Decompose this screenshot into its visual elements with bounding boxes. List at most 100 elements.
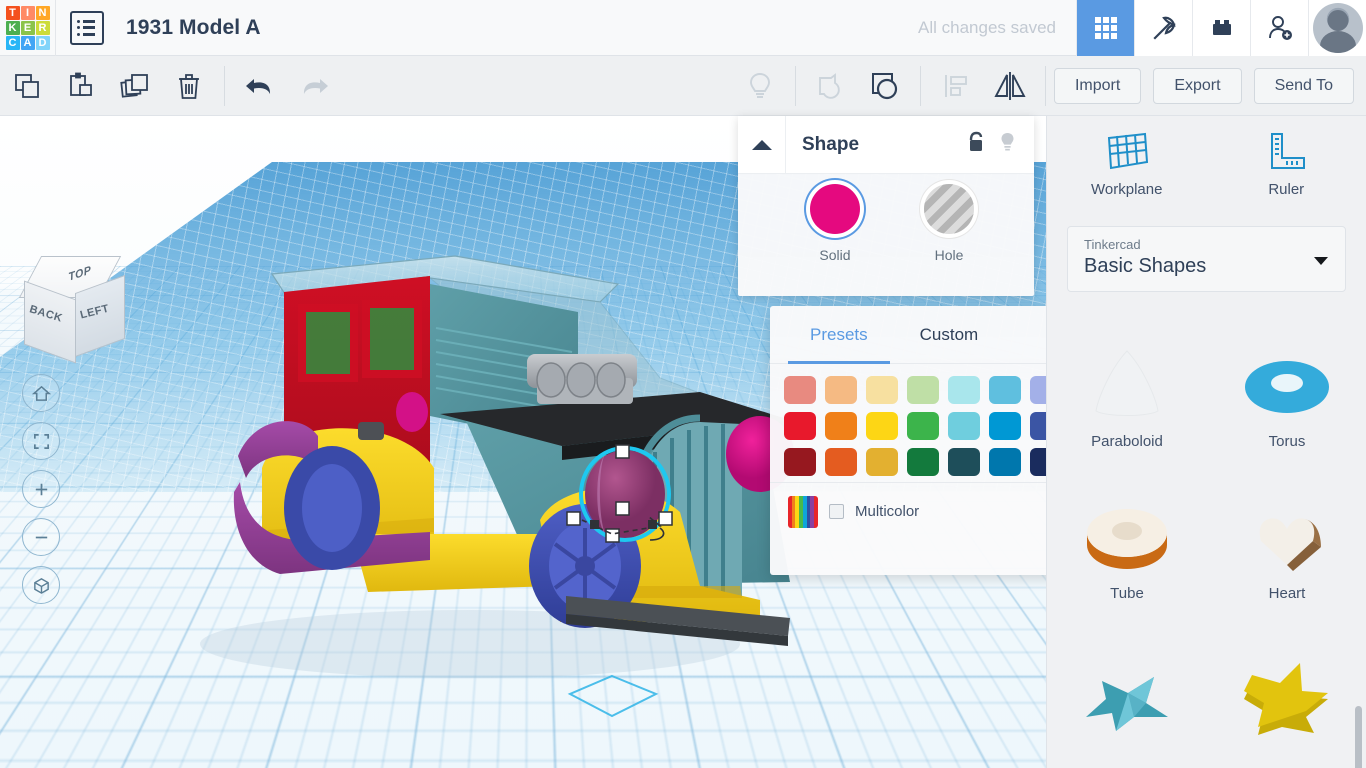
sidebar-tools: Workplane Ruler [1047, 116, 1366, 212]
user-avatar-button[interactable] [1308, 0, 1366, 56]
shape-list: Paraboloid Torus Tube Heart [1047, 320, 1366, 768]
library-owner: Tinkercad [1084, 237, 1141, 252]
heart-icon [1259, 517, 1321, 571]
color-swatch[interactable] [989, 376, 1021, 404]
logo-cell: T [5, 5, 20, 20]
perspective-toggle-button[interactable] [22, 566, 60, 604]
shape-mode-options: Solid Hole [738, 174, 1034, 296]
ungroup-icon[interactable] [858, 56, 912, 116]
viewport-nav-buttons [22, 374, 60, 614]
hole-label: Hole [934, 247, 964, 263]
lightbulb-icon[interactable] [999, 131, 1016, 158]
shape-tube[interactable]: Tube [1047, 472, 1207, 624]
bricks-icon[interactable] [1192, 0, 1250, 56]
color-swatch[interactable] [784, 448, 816, 476]
mirror-icon[interactable] [983, 56, 1037, 116]
home-view-button[interactable] [22, 374, 60, 412]
color-swatch[interactable] [907, 412, 939, 440]
color-swatch[interactable] [989, 412, 1021, 440]
zoom-out-button[interactable] [22, 518, 60, 556]
multicolor-checkbox[interactable] [829, 504, 844, 519]
color-swatch[interactable] [784, 376, 816, 404]
collapse-panel-button[interactable] [738, 115, 786, 174]
shape-label: Heart [1268, 584, 1306, 602]
shape-library-select[interactable]: Tinkercad Basic Shapes [1067, 226, 1346, 292]
color-swatch[interactable] [948, 412, 980, 440]
top-bar-right: All changes saved [918, 0, 1366, 56]
view-cube[interactable]: TOP BACK LEFT [18, 256, 126, 364]
lightbulb-icon [733, 56, 787, 116]
logo-cell: R [35, 20, 50, 35]
unlock-icon[interactable] [967, 131, 985, 158]
color-swatch[interactable] [866, 376, 898, 404]
toolbar-divider [224, 65, 225, 106]
page-title[interactable]: 1931 Model A [126, 16, 261, 40]
color-swatch[interactable] [825, 376, 857, 404]
redo-icon [287, 56, 341, 116]
hole-swatch[interactable] [924, 184, 974, 234]
delete-icon[interactable] [162, 56, 216, 116]
paste-icon[interactable] [54, 56, 108, 116]
pickaxe-icon[interactable] [1134, 0, 1192, 56]
shape-torus[interactable]: Torus [1207, 320, 1366, 472]
project-menu-button[interactable] [70, 10, 104, 45]
shapes-sidebar: Workplane Ruler Tinkercad Basic Shapes P… [1046, 116, 1366, 768]
tinkercad-app: TINKERCAD 1931 Model A All changes saved [0, 0, 1366, 768]
color-swatch[interactable] [866, 412, 898, 440]
tinkercad-logo[interactable]: TINKERCAD [0, 0, 56, 56]
shape-panel-header: Shape [738, 115, 1034, 174]
workplane-tool[interactable]: Workplane [1047, 116, 1207, 212]
save-status: All changes saved [918, 17, 1056, 37]
solid-mode-option[interactable]: Solid [804, 184, 866, 263]
color-swatch[interactable] [948, 448, 980, 476]
color-swatch[interactable] [825, 448, 857, 476]
solid-swatch[interactable] [810, 184, 860, 234]
toolbar-divider-2 [794, 65, 796, 106]
color-swatch[interactable] [866, 448, 898, 476]
color-swatch[interactable] [907, 448, 939, 476]
workplane-label: Workplane [1091, 181, 1163, 198]
workplane-icon [1107, 132, 1148, 170]
color-swatch[interactable] [784, 412, 816, 440]
shape-star-teal[interactable] [1047, 624, 1207, 768]
shape-label: Torus [1268, 432, 1306, 450]
group-icon [804, 56, 858, 116]
shape-label: Tube [1110, 584, 1144, 602]
ruler-tool[interactable]: Ruler [1207, 116, 1366, 212]
ruler-label: Ruler [1268, 181, 1305, 198]
color-swatch[interactable] [948, 376, 980, 404]
duplicate-icon[interactable] [108, 56, 162, 116]
tab-presets[interactable]: Presets [788, 306, 890, 364]
shape-heart[interactable]: Heart [1207, 472, 1366, 624]
shape-panel-title: Shape [802, 133, 860, 155]
top-bar: TINKERCAD 1931 Model A All changes saved [0, 0, 1366, 56]
color-swatch[interactable] [989, 448, 1021, 476]
shape-star-yellow[interactable] [1207, 624, 1366, 768]
grid-icon[interactable] [1076, 0, 1134, 56]
color-swatch[interactable] [907, 376, 939, 404]
send-to-button[interactable]: Send To [1253, 67, 1354, 104]
undo-icon[interactable] [233, 56, 287, 116]
logo-cell: N [35, 5, 50, 20]
star-teal-icon [1086, 677, 1168, 731]
multicolor-option[interactable]: Multicolor [788, 495, 920, 528]
add-user-icon[interactable] [1250, 0, 1308, 56]
shape-paraboloid[interactable]: Paraboloid [1047, 320, 1207, 472]
copy-icon[interactable] [0, 56, 54, 116]
logo-cell: A [20, 35, 35, 50]
import-button[interactable]: Import [1053, 67, 1142, 104]
logo-cell: E [20, 20, 35, 35]
chevron-up-icon [751, 139, 772, 150]
torus-icon [1245, 360, 1329, 413]
chevron-down-icon [1313, 253, 1329, 271]
tab-custom[interactable]: Custom [898, 306, 1001, 364]
fit-view-button[interactable] [22, 422, 60, 460]
color-swatch[interactable] [825, 412, 857, 440]
hole-mode-option[interactable]: Hole [918, 184, 980, 263]
zoom-in-button[interactable] [22, 470, 60, 508]
library-name: Basic Shapes [1084, 255, 1207, 277]
avatar [1312, 2, 1363, 53]
multicolor-label: Multicolor [855, 503, 920, 520]
sidebar-scrollbar[interactable] [1355, 706, 1362, 768]
export-button[interactable]: Export [1153, 67, 1242, 104]
